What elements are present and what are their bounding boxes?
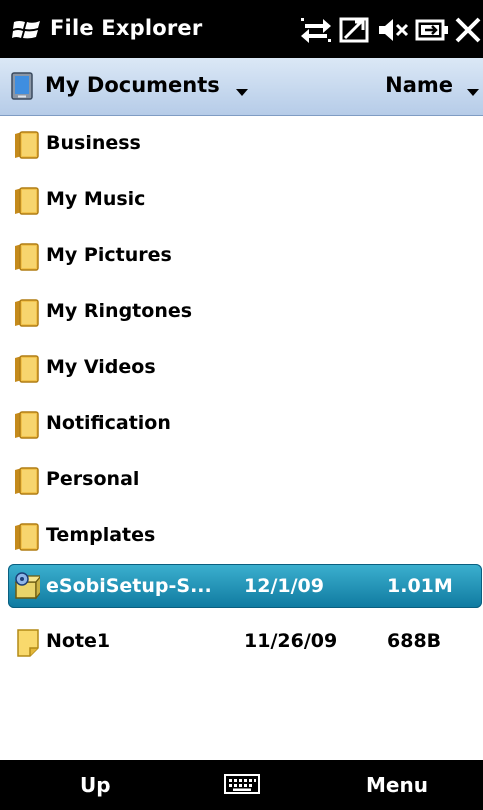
sort-dropdown[interactable]: Name <box>385 73 453 97</box>
list-item[interactable]: My Music <box>0 172 483 228</box>
folder-icon <box>15 243 39 271</box>
list-item[interactable]: My Videos <box>0 340 483 396</box>
item-name: My Videos <box>46 356 156 378</box>
item-name: My Pictures <box>46 244 172 266</box>
battery-icon[interactable] <box>413 14 451 46</box>
close-icon[interactable] <box>453 14 483 46</box>
list-item[interactable]: My Ringtones <box>0 284 483 340</box>
windows-logo-icon[interactable] <box>12 18 42 42</box>
volume-muted-icon[interactable] <box>375 14 411 46</box>
item-name: My Ringtones <box>46 300 193 322</box>
softkey-bar: Up Menu <box>0 760 483 810</box>
item-date: 12/1/09 <box>244 575 324 597</box>
connectivity-icon[interactable] <box>297 14 335 46</box>
item-name: Note1 <box>46 630 111 652</box>
folder-icon <box>15 187 39 215</box>
folder-icon <box>15 467 39 495</box>
title-bar: File Explorer <box>0 0 483 58</box>
folder-icon <box>15 131 39 159</box>
item-name: Templates <box>46 524 156 546</box>
item-size: 1.01M <box>387 575 453 597</box>
menu-softkey[interactable]: Menu <box>366 773 428 797</box>
folder-icon <box>15 411 39 439</box>
status-icons[interactable] <box>297 12 483 48</box>
list-item[interactable]: My Pictures <box>0 228 483 284</box>
keyboard-icon[interactable] <box>224 774 260 794</box>
note-icon <box>17 629 39 657</box>
item-name: Personal <box>46 468 140 490</box>
folder-icon <box>15 355 39 383</box>
signal-icon[interactable] <box>337 14 373 46</box>
list-item[interactable]: Business <box>0 116 483 172</box>
item-date: 11/26/09 <box>244 630 338 652</box>
chevron-down-icon[interactable] <box>236 89 248 96</box>
list-item[interactable]: Note1 11/26/09 688B <box>0 614 483 670</box>
item-size: 688B <box>387 630 442 652</box>
folder-icon <box>15 299 39 327</box>
folder-icon <box>15 523 39 551</box>
item-name: My Music <box>46 188 146 210</box>
list-item[interactable]: Templates <box>0 508 483 564</box>
chevron-down-icon[interactable] <box>467 89 479 96</box>
up-softkey[interactable]: Up <box>80 773 111 797</box>
list-item[interactable]: Notification <box>0 396 483 452</box>
file-list: Business My Music My Pictures My Rington… <box>0 116 483 750</box>
location-bar: My Documents Name <box>0 58 483 116</box>
item-name: eSobiSetup-S... <box>46 575 212 597</box>
app-title: File Explorer <box>50 16 203 40</box>
item-name: Notification <box>46 412 171 434</box>
list-item[interactable]: Personal <box>0 452 483 508</box>
list-item-selected[interactable]: eSobiSetup-S... 12/1/09 1.01M <box>8 564 482 608</box>
item-name: Business <box>46 132 141 154</box>
current-folder-dropdown[interactable]: My Documents <box>45 73 220 97</box>
documents-icon <box>11 72 33 100</box>
installer-icon <box>14 572 40 600</box>
